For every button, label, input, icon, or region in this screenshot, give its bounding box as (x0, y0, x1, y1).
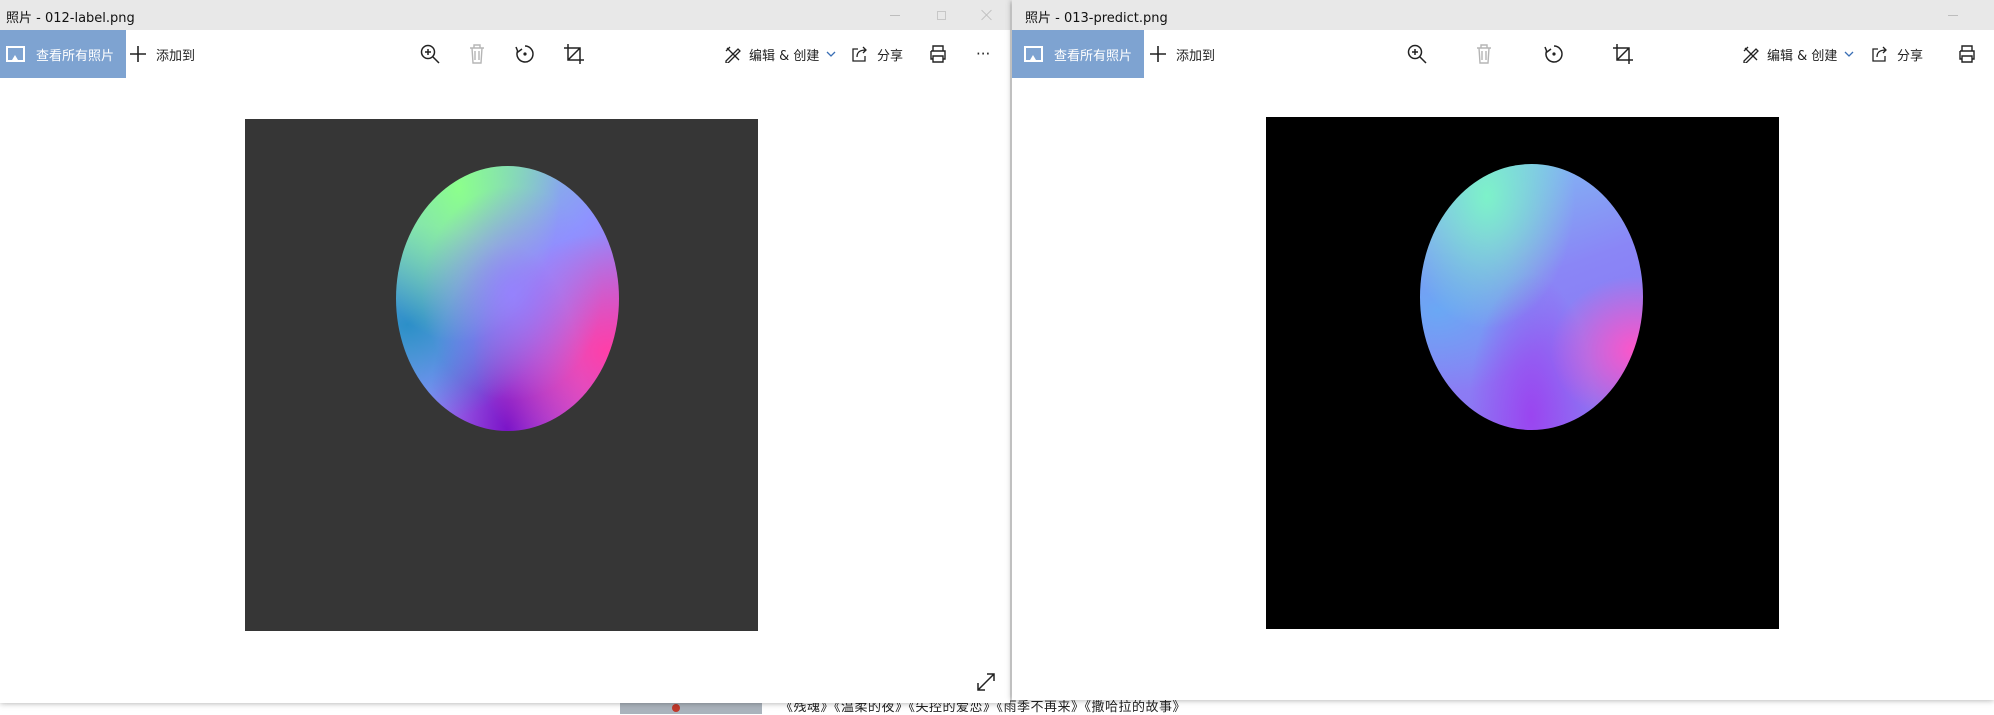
zoom-in-icon (420, 44, 440, 64)
maximize-icon (936, 10, 946, 20)
zoom-button[interactable] (1406, 30, 1428, 78)
share-label: 分享 (1897, 48, 1924, 64)
window-controls (1930, 0, 1994, 30)
view-all-photos-button[interactable]: 查看所有照片 (0, 30, 127, 78)
edit-create-label: 编辑 & 创建 (749, 48, 820, 64)
edit-create-button[interactable]: 编辑 & 创建 (1742, 30, 1854, 78)
add-to-label: 添加到 (156, 48, 196, 64)
toolbar: 查看所有照片 添加到 编辑 & 创建 分享 ··· (0, 30, 1010, 78)
minimize-button[interactable] (1930, 0, 1976, 30)
rotate-icon (515, 45, 534, 63)
add-to-label: 添加到 (1176, 48, 1216, 64)
plus-icon (130, 46, 146, 62)
picture-icon (6, 46, 25, 62)
expand-icon[interactable] (975, 671, 997, 693)
photo-canvas[interactable] (245, 119, 758, 631)
delete-button[interactable] (468, 30, 486, 78)
minimize-button[interactable] (872, 0, 918, 30)
crop-icon (564, 44, 584, 64)
printer-icon (1959, 45, 1975, 63)
rotate-button[interactable] (1543, 30, 1565, 78)
window-controls (872, 0, 1010, 30)
edit-icon (1743, 46, 1759, 63)
plus-icon (1150, 46, 1166, 62)
more-options-button[interactable]: ··· (976, 30, 990, 78)
maximize-button[interactable] (1976, 0, 1994, 30)
print-button[interactable] (928, 30, 948, 78)
picture-icon (1024, 46, 1043, 62)
trash-icon (1477, 44, 1491, 64)
photos-window-right: 照片 - 013-predict.png 查看所有照片 添加到 编辑 & 创建 … (1012, 0, 1994, 700)
normal-map-sphere (1420, 164, 1643, 430)
rotate-button[interactable] (514, 30, 536, 78)
zoom-in-icon (1407, 44, 1427, 64)
edit-icon (725, 46, 741, 63)
share-label: 分享 (877, 48, 904, 64)
rotate-icon (1544, 45, 1563, 63)
window-title: 照片 - 013-predict.png (1025, 11, 1168, 26)
chevron-down-icon (826, 51, 836, 57)
edit-create-button[interactable]: 编辑 & 创建 (724, 30, 836, 78)
print-button[interactable] (1957, 30, 1977, 78)
close-button[interactable] (964, 0, 1010, 30)
trash-icon (470, 44, 484, 64)
close-icon (981, 9, 993, 21)
edit-create-label: 编辑 & 创建 (1767, 48, 1838, 64)
add-to-button[interactable]: 添加到 (1148, 30, 1215, 78)
photo-canvas[interactable] (1266, 117, 1779, 629)
window-title: 照片 - 012-label.png (6, 11, 135, 26)
add-to-button[interactable]: 添加到 (128, 30, 195, 78)
crop-button[interactable] (1612, 30, 1634, 78)
view-all-photos-label: 查看所有照片 (36, 48, 115, 64)
zoom-button[interactable] (419, 30, 441, 78)
toolbar: 查看所有照片 添加到 编辑 & 创建 分享 (1012, 30, 1994, 78)
photos-window-left: 照片 - 012-label.png 查看所有照片 添加到 编辑 & 创建 分享… (0, 0, 1010, 703)
delete-button[interactable] (1475, 30, 1493, 78)
printer-icon (930, 45, 946, 63)
share-icon (1872, 46, 1887, 62)
crop-button[interactable] (563, 30, 585, 78)
normal-map-sphere (396, 166, 619, 431)
view-all-photos-label: 查看所有照片 (1054, 48, 1133, 64)
share-button[interactable]: 分享 (1871, 30, 1923, 78)
view-all-photos-button[interactable]: 查看所有照片 (1012, 30, 1145, 78)
share-button[interactable]: 分享 (851, 30, 903, 78)
chevron-down-icon (1844, 51, 1854, 57)
titlebar[interactable]: 照片 - 013-predict.png (1012, 0, 1994, 30)
minimize-icon (1948, 14, 1958, 16)
minimize-icon (890, 14, 900, 16)
share-icon (852, 46, 867, 62)
more-icon: ··· (976, 45, 991, 63)
crop-icon (1613, 44, 1633, 64)
titlebar[interactable]: 照片 - 012-label.png (0, 0, 1010, 30)
maximize-button[interactable] (918, 0, 964, 30)
